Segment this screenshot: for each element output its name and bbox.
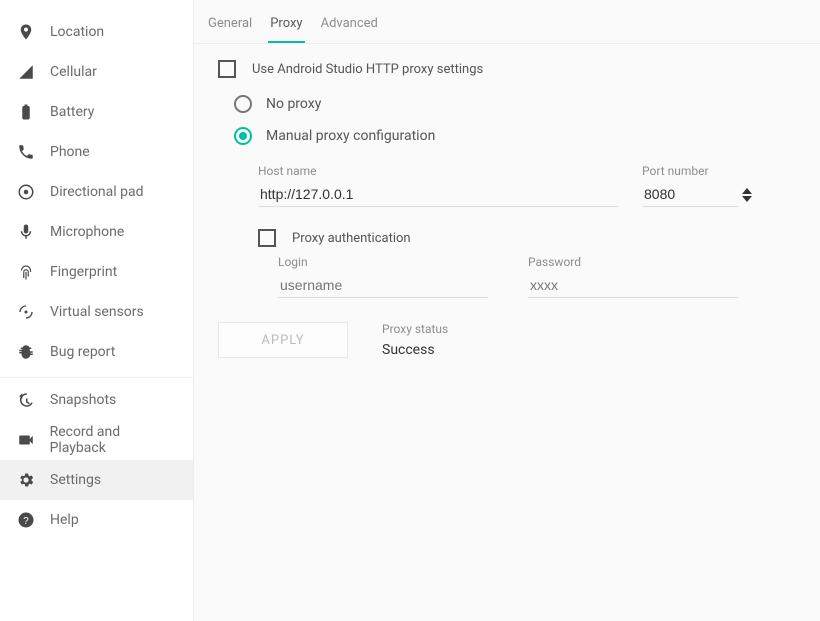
sidebar-item-snapshots[interactable]: Snapshots [0,380,193,420]
sidebar-item-label: Cellular [50,64,97,80]
port-input[interactable] [642,182,738,207]
use-as-http-checkbox[interactable] [218,60,236,78]
sidebar-item-settings[interactable]: Settings [0,460,193,500]
help-icon: ? [16,510,36,530]
gear-icon [16,470,36,490]
manual-proxy-label: Manual proxy configuration [266,128,435,144]
no-proxy-label: No proxy [266,96,321,112]
sidebar-item-label: Fingerprint [50,264,117,280]
sidebar-item-label: Battery [50,104,94,120]
apply-button[interactable]: APPLY [218,322,348,358]
sidebar-item-microphone[interactable]: Microphone [0,212,193,252]
sidebar-item-fingerprint[interactable]: Fingerprint [0,252,193,292]
sidebar-item-help[interactable]: ? Help [0,500,193,540]
sidebar-item-label: Directional pad [50,184,144,200]
svg-text:?: ? [23,516,29,527]
main-panel: General Proxy Advanced Use Android Studi… [194,0,820,621]
history-icon [16,390,36,410]
videocam-icon [16,430,36,450]
port-label: Port number [642,164,752,178]
password-label: Password [528,255,738,269]
sidebar-item-label: Phone [50,144,90,160]
battery-icon [16,102,36,122]
cellular-icon [16,62,36,82]
sensors-icon [16,302,36,322]
location-icon [16,22,36,42]
proxy-auth-checkbox[interactable] [258,229,276,247]
sidebar-item-battery[interactable]: Battery [0,92,193,132]
sidebar-item-label: Help [50,512,79,528]
hostname-input[interactable] [258,182,618,207]
hostname-label: Host name [258,164,618,178]
sidebar-item-record[interactable]: Record and Playback [0,420,193,460]
fingerprint-icon [16,262,36,282]
port-increase-icon[interactable] [742,188,752,194]
proxy-auth-label: Proxy authentication [292,231,411,246]
tab-proxy[interactable]: Proxy [268,4,304,43]
bug-icon [16,342,36,362]
sidebar-item-dpad[interactable]: Directional pad [0,172,193,212]
proxy-status-label: Proxy status [382,322,448,336]
login-label: Login [278,255,488,269]
sidebar-item-label: Virtual sensors [50,304,144,320]
no-proxy-radio[interactable] [234,95,252,113]
sidebar-item-label: Snapshots [50,392,116,408]
dpad-icon [16,182,36,202]
proxy-status-value: Success [382,342,448,358]
password-input[interactable] [528,273,738,298]
tab-advanced[interactable]: Advanced [319,4,380,43]
sidebar-item-label: Microphone [50,224,124,240]
sidebar-item-label: Location [50,24,104,40]
sidebar-item-label: Bug report [50,344,115,360]
microphone-icon [16,222,36,242]
phone-icon [16,142,36,162]
sidebar-item-phone[interactable]: Phone [0,132,193,172]
port-decrease-icon[interactable] [742,196,752,202]
sidebar-item-location[interactable]: Location [0,12,193,52]
sidebar-item-bugreport[interactable]: Bug report [0,332,193,372]
sidebar: Location Cellular Battery Phone Directio… [0,0,194,621]
use-as-http-label: Use Android Studio HTTP proxy settings [252,62,483,77]
sidebar-divider [0,374,193,378]
sidebar-item-label: Record and Playback [50,424,177,456]
sidebar-item-cellular[interactable]: Cellular [0,52,193,92]
sidebar-item-sensors[interactable]: Virtual sensors [0,292,193,332]
manual-proxy-radio[interactable] [234,127,252,145]
proxy-settings: Use Android Studio HTTP proxy settings N… [194,44,820,374]
login-input[interactable] [278,273,488,298]
tabs: General Proxy Advanced [194,0,820,44]
sidebar-item-label: Settings [50,472,101,488]
tab-general[interactable]: General [206,4,254,43]
